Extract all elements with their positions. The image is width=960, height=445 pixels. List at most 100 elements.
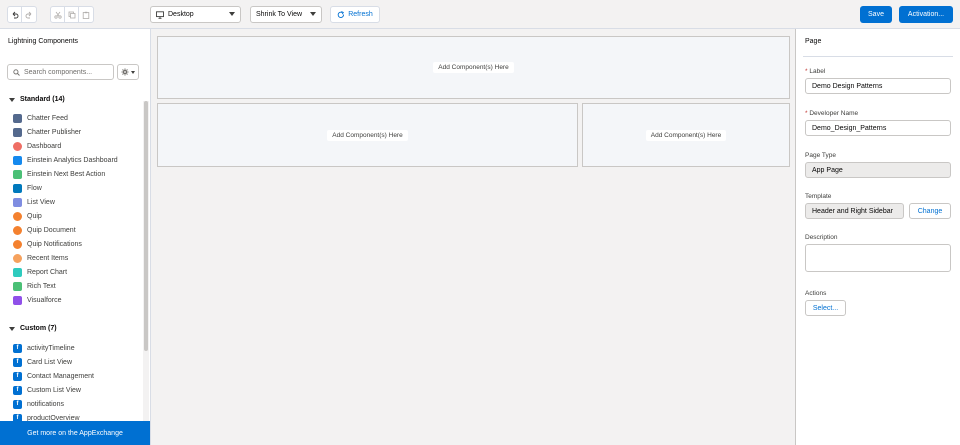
refresh-label: Refresh bbox=[348, 11, 373, 18]
component-item[interactable]: Dashboard bbox=[13, 139, 118, 153]
component-item-label: Quip Notifications bbox=[27, 240, 82, 248]
einstein-analytics-icon bbox=[13, 155, 22, 165]
undo-icon bbox=[12, 11, 18, 18]
developer-name-field[interactable]: Demo_Design_Patterns bbox=[805, 120, 951, 136]
recent-items-icon bbox=[13, 253, 22, 263]
refresh-button[interactable]: Refresh bbox=[330, 6, 380, 23]
redo-button[interactable] bbox=[22, 7, 36, 22]
template-label: Template bbox=[805, 193, 832, 200]
undo-redo-group bbox=[7, 6, 37, 23]
properties-divider bbox=[803, 56, 953, 57]
component-item[interactable]: f activityTimeline bbox=[13, 341, 94, 355]
component-item[interactable]: f Card List View bbox=[13, 355, 94, 369]
component-item-label: Einstein Analytics Dashboard bbox=[27, 156, 118, 164]
quip-document-icon bbox=[13, 225, 22, 235]
component-item-label: activityTimeline bbox=[27, 344, 75, 352]
custom-section-header[interactable]: Custom (7) bbox=[9, 325, 57, 332]
custom-component-icon: f bbox=[13, 399, 22, 409]
page-type-field: App Page bbox=[805, 162, 951, 178]
chevron-down-icon bbox=[9, 97, 15, 102]
standard-components-list: Chatter Feed Chatter Publisher Dashboard Ei… bbox=[13, 111, 118, 307]
device-select[interactable]: Desktop bbox=[150, 6, 241, 23]
chevron-down-icon bbox=[131, 70, 135, 74]
component-item-label: List View bbox=[27, 198, 55, 206]
copy-icon bbox=[68, 11, 75, 18]
quip-notifications-icon bbox=[13, 239, 22, 249]
search-components-input[interactable]: Search components... bbox=[7, 64, 114, 80]
page-type-value: App Page bbox=[812, 166, 843, 174]
appexchange-link[interactable]: Get more on the AppExchange bbox=[0, 421, 150, 445]
scrollbar-thumb[interactable] bbox=[144, 101, 148, 351]
component-item[interactable]: Einstein Next Best Action bbox=[13, 167, 118, 181]
label-field-value: Demo Design Patterns bbox=[812, 82, 883, 90]
header-region[interactable]: Add Component(s) Here bbox=[157, 36, 790, 99]
settings-menu-button[interactable] bbox=[117, 64, 139, 80]
component-item-label: Recent Items bbox=[27, 254, 69, 262]
custom-component-icon: f bbox=[13, 385, 22, 395]
components-scrollbar[interactable] bbox=[143, 101, 149, 423]
component-item-label: Chatter Publisher bbox=[27, 128, 82, 136]
component-item[interactable]: f notifications bbox=[13, 397, 94, 411]
custom-component-icon: f bbox=[13, 357, 22, 367]
component-item-label: Quip bbox=[27, 212, 42, 220]
standard-section-label: Standard (14) bbox=[20, 96, 65, 103]
label-field[interactable]: Demo Design Patterns bbox=[805, 78, 951, 94]
component-item[interactable]: Visualforce bbox=[13, 293, 118, 307]
component-item-label: Flow bbox=[27, 184, 42, 192]
component-item[interactable]: Quip Document bbox=[13, 223, 118, 237]
cut-button[interactable] bbox=[51, 7, 65, 22]
chatter-feed-icon bbox=[13, 113, 22, 123]
paste-icon bbox=[82, 11, 90, 19]
list-view-icon bbox=[13, 197, 22, 207]
component-item[interactable]: Rich Text bbox=[13, 279, 118, 293]
component-item[interactable]: Chatter Publisher bbox=[13, 125, 118, 139]
component-item-label: Custom List View bbox=[27, 386, 81, 394]
component-item[interactable]: Quip bbox=[13, 209, 118, 223]
change-template-button[interactable]: Change bbox=[909, 203, 951, 219]
description-label: Description bbox=[805, 234, 838, 241]
redo-icon bbox=[25, 11, 32, 18]
developer-name-value: Demo_Design_Patterns bbox=[812, 124, 887, 132]
component-item[interactable]: Einstein Analytics Dashboard bbox=[13, 153, 118, 167]
component-item[interactable]: f Contact Management bbox=[13, 369, 94, 383]
paste-button[interactable] bbox=[79, 7, 93, 22]
component-item-label: Visualforce bbox=[27, 296, 62, 304]
report-chart-icon bbox=[13, 267, 22, 277]
select-actions-button[interactable]: Select... bbox=[805, 300, 846, 316]
save-button[interactable]: Save bbox=[860, 6, 892, 23]
chevron-down-icon bbox=[310, 12, 316, 16]
actions-label: Actions bbox=[805, 290, 827, 297]
standard-section-header[interactable]: Standard (14) bbox=[9, 96, 65, 103]
view-select[interactable]: Shrink To View bbox=[250, 6, 322, 23]
label-field-label: * Label bbox=[805, 68, 826, 75]
properties-panel-title: Page bbox=[805, 38, 822, 45]
template-value: Header and Right Sidebar bbox=[812, 207, 893, 215]
template-field: Header and Right Sidebar bbox=[805, 203, 904, 219]
component-item[interactable]: f Custom List View bbox=[13, 383, 94, 397]
component-item[interactable]: Chatter Feed bbox=[13, 111, 118, 125]
component-item[interactable]: Report Chart bbox=[13, 265, 118, 279]
undo-button[interactable] bbox=[8, 7, 22, 22]
component-item[interactable]: Quip Notifications bbox=[13, 237, 118, 251]
search-icon bbox=[13, 68, 20, 76]
component-item-label: Dashboard bbox=[27, 142, 62, 150]
component-item-label: Report Chart bbox=[27, 268, 68, 276]
activation-button[interactable]: Activation... bbox=[899, 6, 953, 23]
component-item-label: Einstein Next Best Action bbox=[27, 170, 106, 178]
description-textarea[interactable] bbox=[805, 244, 951, 272]
search-placeholder: Search components... bbox=[24, 68, 93, 76]
component-item-label: Quip Document bbox=[27, 226, 76, 234]
component-item-label: Rich Text bbox=[27, 282, 56, 290]
component-item[interactable]: Flow bbox=[13, 181, 118, 195]
custom-components-list: f activityTimeline f Card List View f Contact… bbox=[13, 341, 94, 425]
custom-component-icon: f bbox=[13, 371, 22, 381]
component-item[interactable]: List View bbox=[13, 195, 118, 209]
component-item[interactable]: Recent Items bbox=[13, 251, 118, 265]
device-select-value: Desktop bbox=[168, 11, 194, 18]
copy-button[interactable] bbox=[65, 7, 79, 22]
builder-toolbar: Desktop Shrink To View Refresh Save Acti… bbox=[0, 0, 960, 29]
flow-icon bbox=[13, 183, 22, 193]
main-region[interactable]: Add Component(s) Here bbox=[157, 103, 578, 167]
sidebar-region[interactable]: Add Component(s) Here bbox=[582, 103, 790, 167]
properties-panel: Page * Label Demo Design Patterns * Deve… bbox=[797, 29, 960, 445]
